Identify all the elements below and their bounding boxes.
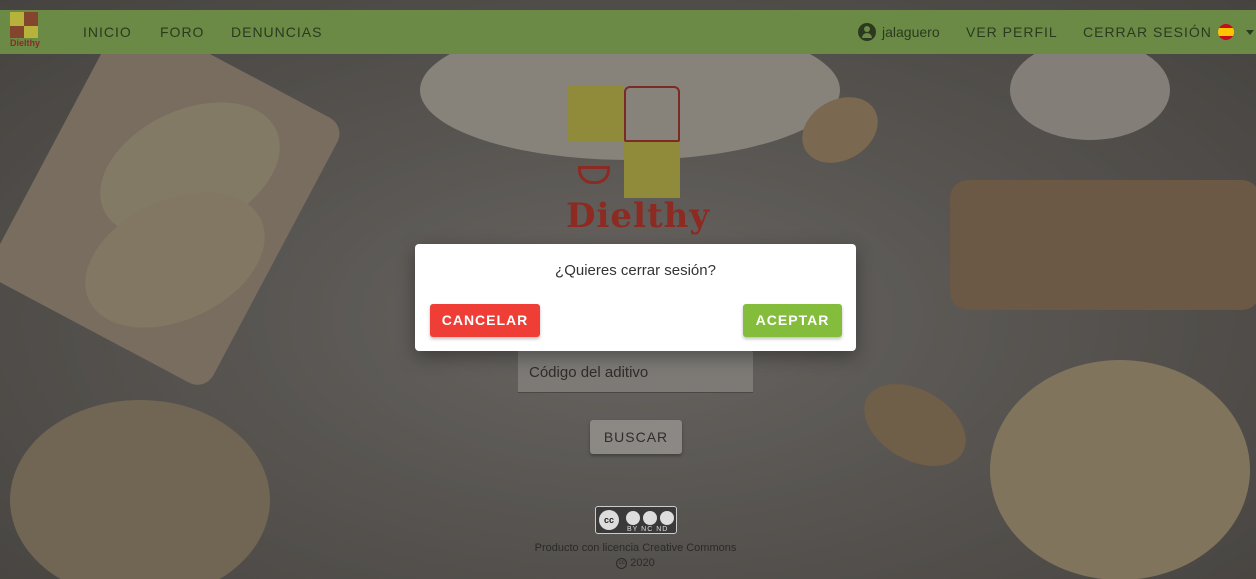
nav-denuncias[interactable]: DENUNCIAS [231, 10, 322, 54]
spain-flag-icon[interactable] [1218, 24, 1234, 40]
cupcake-icon [624, 142, 680, 198]
user-info[interactable]: jalaguero [858, 10, 940, 54]
nav-inicio[interactable]: INICIO [83, 10, 132, 54]
cutlery-icon [568, 86, 624, 142]
creative-commons-badge[interactable]: cc BY NC ND [595, 506, 677, 534]
navbar: Dielthy INICIO FORO DENUNCIAS jalaguero … [0, 10, 1256, 54]
coffee-pot-icon [624, 86, 680, 142]
nd-icon [660, 511, 674, 525]
coffee-cup-icon [568, 142, 624, 198]
dialog-question: ¿Quieres cerrar sesión? [555, 262, 716, 279]
license-badge-text: BY NC ND [627, 526, 669, 533]
nc-icon [643, 511, 657, 525]
chevron-down-icon[interactable] [1246, 30, 1254, 35]
nav-ver-perfil[interactable]: VER PERFIL [966, 10, 1058, 54]
cc-icon: cc [599, 510, 619, 530]
copyright-year: 2020 [630, 557, 655, 569]
username: jalaguero [882, 24, 940, 40]
by-icon [626, 511, 640, 525]
logo-icon[interactable]: Dielthy [10, 12, 50, 52]
nav-cerrar-sesion[interactable]: CERRAR SESIÓN [1083, 10, 1212, 54]
account-circle-icon [858, 23, 876, 41]
license-text: Producto con licencia Creative Commons [534, 542, 737, 554]
logout-dialog: ¿Quieres cerrar sesión? CANCELAR ACEPTAR [415, 244, 856, 351]
input-placeholder: Código del aditivo [529, 364, 649, 381]
additive-code-input[interactable]: Código del aditivo [518, 350, 753, 393]
copyright-line: cc 2020 [0, 557, 1256, 569]
brand-name: Dielthy [566, 196, 711, 236]
accept-button[interactable]: ACEPTAR [743, 304, 842, 337]
nav-foro[interactable]: FORO [160, 10, 204, 54]
cancel-button[interactable]: CANCELAR [430, 304, 540, 337]
cc-small-icon: cc [616, 557, 628, 569]
search-button[interactable]: BUSCAR [590, 420, 682, 454]
